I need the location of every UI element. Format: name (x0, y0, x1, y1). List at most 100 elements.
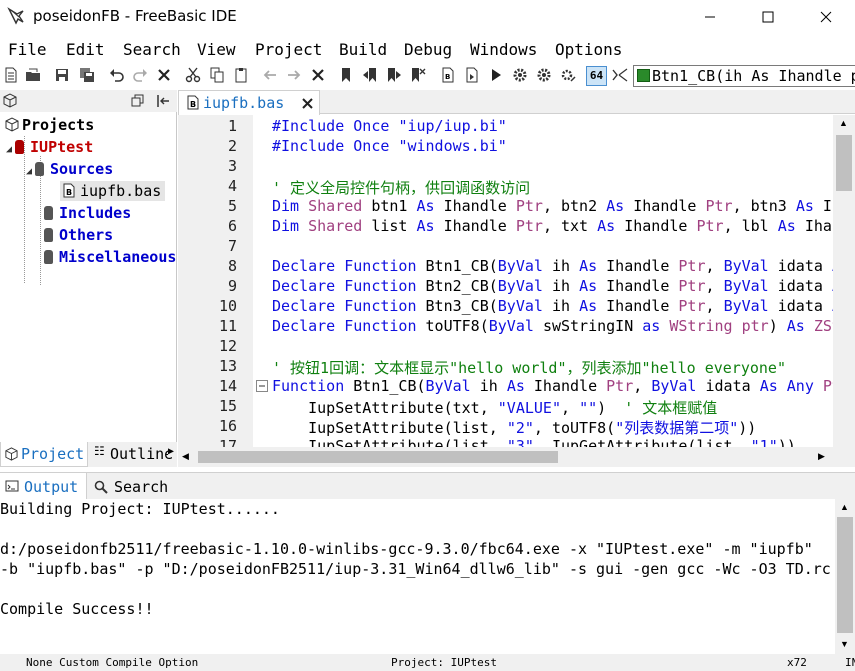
code-token: Dim (272, 217, 309, 235)
settings2-icon[interactable] (536, 67, 552, 83)
editor-vertical-scrollbar[interactable]: ▲ (833, 115, 855, 447)
run-icon[interactable] (488, 67, 504, 83)
prev-bookmark-icon[interactable] (362, 67, 378, 83)
editor-scroll-thumb[interactable] (836, 135, 852, 191)
code-token: Btn1_CB( (425, 257, 498, 275)
code-token: ' 按钮1回调：文本框显示"hello world"，列表添加"hello ev… (272, 359, 786, 377)
code-token: swStringIN (542, 317, 643, 335)
tab-project[interactable]: Project (0, 442, 88, 467)
save-icon[interactable] (54, 67, 70, 83)
tree-folder-miscellaneous[interactable]: Miscellaneous (44, 248, 176, 266)
scroll-up-icon[interactable]: ▲ (839, 118, 848, 128)
status-compile-option: None Custom Compile Option (26, 656, 199, 669)
collapse-panel-icon[interactable] (156, 94, 170, 108)
editor-horizontal-scrollbar[interactable]: ◀ ▶ (178, 447, 855, 467)
build-icon[interactable] (464, 67, 480, 83)
output-tabs: Output Search (0, 472, 855, 500)
restore-panel-icon[interactable] (131, 94, 145, 108)
code-token: As (579, 297, 607, 315)
code-token: Ptr (822, 377, 833, 395)
menu-bar: File Edit Search View Project Build Debu… (0, 38, 855, 62)
code-token: WString ptr (669, 317, 769, 335)
code-line: Declare Function Btn1_CB(ByVal ih As Iha… (272, 257, 833, 275)
bits-toggle-button[interactable]: 64 (586, 66, 607, 86)
bas-file-icon: B (187, 95, 199, 110)
save-all-icon[interactable] (79, 67, 95, 83)
undo-icon[interactable] (109, 67, 125, 83)
scroll-up-icon[interactable]: ▲ (840, 502, 849, 512)
code-token: as (642, 317, 670, 335)
function-combo[interactable]: Btn1_CB(ih As Ihandle ptr) (633, 65, 855, 87)
editor-tab-label: iupfb.bas (203, 94, 285, 112)
scroll-left-icon[interactable]: ◀ (182, 451, 189, 462)
paste-icon[interactable] (233, 67, 249, 83)
minimize-button[interactable] (681, 0, 739, 33)
output-vertical-scrollbar[interactable]: ▲ ▼ (835, 499, 855, 654)
menu-windows[interactable]: Windows (470, 40, 537, 59)
copy-icon[interactable] (209, 67, 225, 83)
clear-icon[interactable] (156, 67, 172, 83)
new-file-icon[interactable] (3, 67, 19, 83)
compile-icon[interactable]: B (440, 67, 456, 83)
tab-scroll-right-icon[interactable]: ▶ (168, 446, 175, 457)
menu-search[interactable]: Search (123, 40, 181, 59)
code-token: , IupGetAttribute(list, (533, 437, 751, 447)
tree-root-projects[interactable]: Projects (4, 116, 94, 134)
tree-folder-others[interactable]: Others (44, 226, 113, 244)
clear-bookmark-icon[interactable] (410, 67, 426, 83)
output-console[interactable]: Building Project: IUPtest...... d:/poseid… (0, 499, 835, 654)
tree-project-label: IUPtest (30, 138, 94, 156)
menu-debug[interactable]: Debug (404, 40, 452, 59)
code-token: Ptr (696, 217, 724, 235)
tree-project-iuptest[interactable]: ◢ IUPtest (6, 138, 93, 156)
cut-icon[interactable] (185, 67, 201, 83)
bookmark-icon[interactable] (338, 67, 354, 83)
code-token: Ihandle (606, 257, 679, 275)
code-token: Ptr (606, 377, 634, 395)
svg-text:B: B (445, 73, 450, 81)
editor-tab-iupfb[interactable]: B iupfb.bas (178, 90, 320, 115)
arrow-icon[interactable] (612, 67, 628, 83)
output-scroll-thumb[interactable] (837, 517, 853, 633)
forward-icon[interactable] (286, 67, 302, 83)
close-window-button[interactable] (797, 0, 855, 33)
menu-view[interactable]: View (197, 40, 236, 59)
code-token: "VALUE" (497, 399, 561, 417)
tree-folder-includes[interactable]: Includes (44, 204, 131, 222)
code-token: Ptr (678, 257, 706, 275)
code-token: Ihandle (633, 197, 706, 215)
scroll-down-icon[interactable]: ▼ (840, 639, 849, 649)
redo-icon[interactable] (132, 67, 148, 83)
maximize-button[interactable] (739, 0, 797, 33)
code-token: IupSetAttribute(list, (272, 437, 507, 447)
tree-folder-sources[interactable]: ◢ Sources (26, 160, 113, 178)
menu-edit[interactable]: Edit (66, 40, 105, 59)
cube-icon (3, 93, 17, 108)
fold-marker-icon[interactable] (256, 380, 268, 392)
menu-options[interactable]: Options (555, 40, 622, 59)
line-number: 8 (227, 257, 237, 275)
function-icon (637, 69, 650, 82)
code-token: Btn2_CB( (425, 277, 498, 295)
code-line: Declare Function toUTF8(ByVal swStringIN… (272, 317, 833, 335)
menu-project[interactable]: Project (255, 40, 322, 59)
tab-search[interactable]: Search (90, 473, 180, 500)
back-icon[interactable] (262, 67, 278, 83)
code-token: Declare Function (272, 277, 426, 295)
left-panel-tabs: Project ☷ Outline ▶ (0, 442, 177, 467)
gear-pen-icon[interactable] (560, 67, 576, 83)
menu-file[interactable]: File (8, 40, 47, 59)
menu-build[interactable]: Build (339, 40, 387, 59)
tree-file-iupfb[interactable]: Biupfb.bas (60, 181, 166, 201)
tab-output[interactable]: Output (0, 473, 87, 500)
open-icon[interactable] (25, 67, 41, 83)
delete-icon[interactable] (310, 67, 326, 83)
scroll-right-icon[interactable]: ▶ (818, 451, 825, 462)
line-number: 7 (227, 237, 237, 255)
editor-hscroll-thumb[interactable] (198, 451, 558, 463)
next-bookmark-icon[interactable] (386, 67, 402, 83)
code-editor[interactable]: #Include Once "iup/iup.bi" #Include Once … (253, 115, 833, 447)
close-tab-icon[interactable] (302, 98, 313, 109)
settings-icon[interactable] (512, 67, 528, 83)
tab-outline[interactable]: ☷ Outline ▶ (92, 442, 177, 467)
